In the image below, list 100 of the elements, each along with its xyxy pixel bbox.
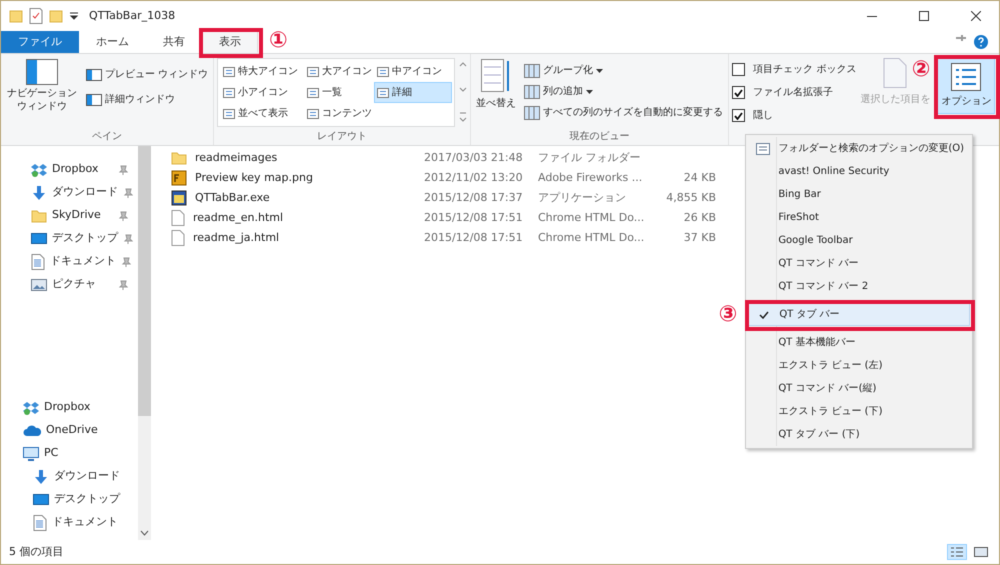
down-arrow-icon: [33, 468, 49, 484]
type-cell-text: Adobe Fireworks ...: [538, 170, 643, 186]
cloud-icon: [23, 424, 41, 436]
nav-item[interactable]: ピクチャ: [52, 276, 96, 293]
layout-option[interactable]: 詳細: [374, 82, 452, 103]
checkbox[interactable]: [732, 109, 746, 122]
view-command-button[interactable]: グループ化: [522, 62, 726, 79]
pane-button[interactable]: 詳細ウィンドウ: [84, 91, 210, 108]
file-name[interactable]: Preview key map.png: [195, 170, 313, 186]
file-name[interactable]: readmeimages: [195, 150, 278, 166]
nav-item[interactable]: PC: [44, 445, 58, 462]
menu-item[interactable]: QT コマンド バー(縦): [748, 377, 970, 400]
application-icon: [171, 190, 187, 206]
view-icon: [223, 88, 236, 98]
menu-item[interactable]: フォルダーと検索のオプションの変更(O): [748, 137, 970, 160]
size-cell-text: 4,855 KB: [665, 190, 716, 206]
layout-option[interactable]: 小アイコン: [220, 82, 304, 103]
view-command-button[interactable]: 列の追加: [522, 83, 726, 100]
document-icon: [33, 514, 47, 530]
size-cell-text: 37 KB: [682, 230, 716, 246]
size-cell-text: 24 KB: [682, 170, 716, 186]
checkbox[interactable]: [732, 63, 746, 76]
view-icon: [377, 88, 390, 98]
nav-item[interactable]: ドキュメント: [50, 253, 116, 270]
view-icon: [223, 66, 236, 76]
nav-item[interactable]: ダウンロード: [52, 184, 118, 201]
menu-item[interactable]: QT タブ バー (下): [748, 423, 970, 446]
annotation-frame: [934, 55, 1000, 119]
maximize-icon: [919, 11, 929, 21]
layout-option[interactable]: 特大アイコン: [220, 61, 304, 82]
layout-option[interactable]: 中アイコン: [374, 61, 452, 82]
layout-option[interactable]: コンテンツ: [304, 103, 374, 124]
menu-item[interactable]: QT コマンド バー 2: [748, 275, 970, 298]
ribbon-tab[interactable]: ファイル: [1, 31, 79, 53]
file-icon: [171, 210, 185, 226]
nav-item[interactable]: SkyDrive: [52, 207, 101, 224]
file-name[interactable]: readme_ja.html: [193, 230, 280, 246]
view-icon: [307, 108, 320, 118]
hidden-file-icon: [883, 58, 908, 88]
group-label: 現在のビュー: [568, 130, 631, 144]
layout-option[interactable]: 大アイコン: [304, 61, 374, 82]
menu-item[interactable]: QT タブ バー: [748, 303, 970, 326]
nav-item[interactable]: Dropbox: [52, 161, 98, 178]
view-icon: [307, 88, 320, 98]
scrollbar-thumb[interactable]: [138, 146, 151, 416]
scroll-down-icon: [140, 530, 149, 536]
sort-icon: [481, 59, 512, 93]
checkbox-label: 項目チェック ボックス: [753, 63, 856, 77]
group-label: レイアウト: [316, 130, 368, 144]
hide-selected-label: 選択した項目を: [860, 93, 930, 107]
large-icons-view-icon: [974, 546, 988, 558]
options-button[interactable]: オプション: [937, 58, 996, 114]
properties-icon: [29, 8, 43, 24]
menu-item[interactable]: エクストラ ビュー (左): [748, 354, 970, 377]
menu-item[interactable]: QT コマンド バー: [748, 252, 970, 275]
nav-item[interactable]: ドキュメント: [52, 514, 118, 531]
monitor-icon: [31, 232, 47, 246]
menu-item[interactable]: Google Toolbar: [748, 229, 970, 252]
ribbon-tab[interactable]: ホーム: [79, 31, 146, 53]
type-cell-text: ファイル フォルダー: [538, 150, 642, 166]
view-toggle-button[interactable]: [947, 544, 967, 560]
view-icon: [377, 66, 390, 76]
checkbox[interactable]: [732, 86, 746, 99]
close-icon: [971, 11, 981, 21]
file-icon: [171, 230, 185, 246]
window-title: QTTabBar_1038: [89, 8, 176, 24]
nav-item[interactable]: デスクトップ: [54, 491, 120, 508]
navigation-pane-button[interactable]: ナビゲーションウィンドウ: [4, 58, 80, 129]
picture-icon: [31, 278, 47, 292]
menu-item[interactable]: avast! Online Security: [748, 160, 970, 183]
columns-icon: [524, 64, 540, 78]
options-icon: [951, 63, 982, 91]
ribbon-tab[interactable]: 表示: [202, 31, 258, 53]
file-name[interactable]: QTTabBar.exe: [195, 190, 270, 206]
view-toggle-button[interactable]: [971, 544, 991, 560]
date-cell-text: 2015/12/08 17:51: [424, 210, 524, 226]
date-cell-text: 2015/12/08 17:51: [424, 230, 524, 246]
file-name[interactable]: readme_en.html: [193, 210, 284, 226]
nav-item[interactable]: デスクトップ: [52, 230, 118, 247]
annotation-number: ①: [269, 30, 288, 52]
layout-option[interactable]: 一覧: [304, 82, 374, 103]
menu-item[interactable]: QT 基本機能バー: [748, 331, 970, 354]
date-cell-text: 2015/12/08 17:37: [424, 190, 524, 206]
dropdown-icon: [69, 11, 79, 21]
image-file-icon: [171, 170, 187, 186]
pane-button[interactable]: プレビュー ウィンドウ: [84, 66, 210, 83]
menu-item[interactable]: エクストラ ビュー (下): [748, 400, 970, 423]
sort-button[interactable]: 並べ替え: [474, 58, 518, 129]
document-icon: [31, 254, 45, 270]
nav-item[interactable]: Dropbox: [44, 399, 90, 416]
folder-icon: [31, 208, 47, 222]
view-command-button[interactable]: すべての列のサイズを自動的に変更する: [522, 104, 726, 121]
menu-item[interactable]: Bing Bar: [748, 183, 970, 206]
menu-item[interactable]: FireShot: [748, 206, 970, 229]
layout-option[interactable]: 並べて表示: [220, 103, 304, 124]
nav-item[interactable]: OneDrive: [46, 422, 98, 439]
nav-item[interactable]: ダウンロード: [54, 468, 120, 485]
ribbon-tab[interactable]: 共有: [146, 31, 202, 53]
view-icon: [223, 108, 236, 118]
monitor-icon: [23, 446, 39, 460]
